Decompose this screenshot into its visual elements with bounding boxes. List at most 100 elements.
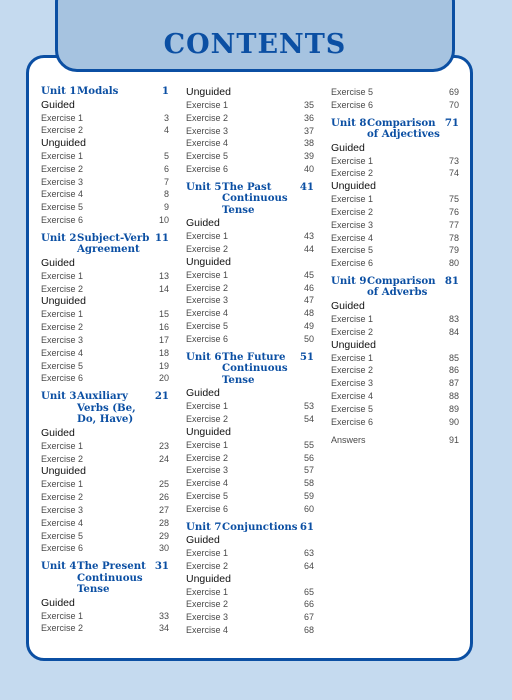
section-label: Unguided	[186, 86, 231, 98]
entry-page-number: 60	[303, 503, 314, 514]
entry-label: Exercise 2	[186, 244, 229, 255]
exercise-entry[interactable]: Exercise 4 18	[41, 347, 169, 360]
exercise-entry[interactable]: Exercise 1 53	[186, 400, 314, 413]
entry-label: Exercise 2	[186, 452, 229, 463]
exercise-entry[interactable]: Exercise 5 79	[331, 244, 459, 257]
exercise-entry[interactable]: Exercise 3 47	[186, 294, 314, 307]
exercise-entry[interactable]: Exercise 3 87	[331, 377, 459, 390]
exercise-entry[interactable]: Exercise 1 43	[186, 230, 314, 243]
entry-label: Exercise 1	[331, 155, 374, 166]
exercise-entry[interactable]: Exercise 5 69	[331, 86, 459, 99]
exercise-entry[interactable]: Exercise 4 68	[186, 624, 314, 637]
exercise-entry[interactable]: Exercise 6 20	[41, 372, 169, 385]
answers-entry[interactable]: Answers 91	[331, 434, 459, 447]
unit-heading[interactable]: Unit 9 Comparison of Adverbs 81	[331, 275, 459, 299]
exercise-entry[interactable]: Exercise 5 39	[186, 150, 314, 163]
exercise-entry[interactable]: Exercise 5 49	[186, 320, 314, 333]
unit-heading[interactable]: Unit 5 The Past Continuous Tense 41	[186, 181, 314, 217]
unit-heading[interactable]: Unit 4 The Present Continuous Tense 31	[41, 560, 169, 596]
exercise-entry[interactable]: Exercise 5 89	[331, 403, 459, 416]
exercise-entry[interactable]: Exercise 2 36	[186, 112, 314, 125]
exercise-entry[interactable]: Exercise 6 40	[186, 163, 314, 176]
exercise-entry[interactable]: Exercise 6 60	[186, 503, 314, 516]
exercise-entry[interactable]: Exercise 2 34	[41, 622, 169, 635]
exercise-entry[interactable]: Exercise 2 24	[41, 453, 169, 466]
entry-page-number: 76	[448, 206, 459, 217]
exercise-entry[interactable]: Exercise 6 80	[331, 257, 459, 270]
entry-page-number: 49	[303, 321, 314, 332]
entry-label: Exercise 6	[186, 503, 229, 514]
exercise-entry[interactable]: Exercise 6 10	[41, 214, 169, 227]
exercise-entry[interactable]: Exercise 2 86	[331, 364, 459, 377]
exercise-entry[interactable]: Exercise 3 7	[41, 176, 169, 189]
exercise-entry[interactable]: Exercise 3 77	[331, 219, 459, 232]
exercise-entry[interactable]: Exercise 1 65	[186, 586, 314, 599]
exercise-entry[interactable]: Exercise 1 35	[186, 99, 314, 112]
exercise-entry[interactable]: Exercise 5 19	[41, 360, 169, 373]
exercise-entry[interactable]: Exercise 2 84	[331, 326, 459, 339]
unit-heading[interactable]: Unit 6 The Future Continuous Tense 51	[186, 350, 314, 387]
exercise-entry[interactable]: Exercise 2 14	[41, 283, 169, 296]
exercise-entry[interactable]: Exercise 1 45	[186, 269, 314, 282]
exercise-entry[interactable]: Exercise 1 33	[41, 610, 169, 623]
exercise-entry[interactable]: Exercise 1 23	[41, 440, 169, 453]
exercise-entry[interactable]: Exercise 1 15	[41, 308, 169, 321]
exercise-entry[interactable]: Exercise 3 17	[41, 334, 169, 347]
unit-heading[interactable]: Unit 1 Modals 1	[41, 85, 169, 98]
exercise-entry[interactable]: Exercise 2 44	[186, 243, 314, 256]
exercise-entry[interactable]: Exercise 5 59	[186, 490, 314, 503]
entry-page-number: 25	[158, 479, 169, 490]
exercise-entry[interactable]: Exercise 1 63	[186, 547, 314, 560]
unit-page-number: 71	[444, 116, 459, 129]
exercise-entry[interactable]: Exercise 2 26	[41, 491, 169, 504]
exercise-entry[interactable]: Exercise 1 83	[331, 313, 459, 326]
exercise-entry[interactable]: Exercise 1 75	[331, 193, 459, 206]
exercise-entry[interactable]: Exercise 2 76	[331, 206, 459, 219]
exercise-entry[interactable]: Exercise 2 56	[186, 452, 314, 465]
section-label: Guided	[186, 217, 220, 230]
exercise-entry[interactable]: Exercise 3 67	[186, 611, 314, 624]
exercise-entry[interactable]: Exercise 2 74	[331, 167, 459, 180]
exercise-entry[interactable]: Exercise 2 64	[186, 560, 314, 573]
exercise-entry[interactable]: Exercise 2 46	[186, 282, 314, 295]
exercise-entry[interactable]: Exercise 2 16	[41, 321, 169, 334]
exercise-entry[interactable]: Exercise 3 57	[186, 464, 314, 477]
entry-label: Exercise 1	[41, 610, 84, 621]
entry-page-number: 89	[448, 403, 459, 414]
exercise-entry[interactable]: Exercise 2 54	[186, 413, 314, 426]
exercise-entry[interactable]: Exercise 4 88	[331, 390, 459, 403]
exercise-entry[interactable]: Exercise 1 85	[331, 352, 459, 365]
exercise-entry[interactable]: Exercise 6 90	[331, 416, 459, 429]
unit-title: The Future Continuous Tense	[222, 350, 288, 386]
entry-label: Exercise 1	[41, 440, 84, 451]
exercise-entry[interactable]: Exercise 5 29	[41, 530, 169, 543]
exercise-entry[interactable]: Exercise 4 8	[41, 188, 169, 201]
exercise-entry[interactable]: Exercise 4 28	[41, 517, 169, 530]
exercise-entry[interactable]: Exercise 2 6	[41, 163, 169, 176]
unit-heading[interactable]: Unit 8 Comparison of Adjectives 71	[331, 116, 459, 141]
exercise-entry[interactable]: Exercise 4 78	[331, 232, 459, 245]
unit-heading[interactable]: Unit 7 Conjunctions 61	[186, 521, 314, 534]
exercise-entry[interactable]: Exercise 3 27	[41, 504, 169, 517]
exercise-entry[interactable]: Exercise 6 30	[41, 542, 169, 555]
exercise-entry[interactable]: Exercise 1 3	[41, 112, 169, 125]
unit-heading[interactable]: Unit 2 Subject-Verb Agreement 11	[41, 232, 169, 256]
exercise-entry[interactable]: Exercise 4 38	[186, 137, 314, 150]
exercise-entry[interactable]: Exercise 2 4	[41, 124, 169, 137]
exercise-entry[interactable]: Exercise 1 25	[41, 478, 169, 491]
exercise-entry[interactable]: Exercise 3 37	[186, 125, 314, 138]
exercise-entry[interactable]: Exercise 4 58	[186, 477, 314, 490]
exercise-entry[interactable]: Exercise 5 9	[41, 201, 169, 214]
exercise-entry[interactable]: Exercise 4 48	[186, 307, 314, 320]
unit-heading[interactable]: Unit 3 Auxiliary Verbs (Be, Do, Have) 21	[41, 391, 169, 426]
exercise-entry[interactable]: Exercise 1 73	[331, 155, 459, 168]
entry-page-number: 78	[448, 232, 459, 243]
exercise-entry[interactable]: Exercise 6 70	[331, 99, 459, 112]
exercise-entry[interactable]: Exercise 1 5	[41, 150, 169, 163]
exercise-entry[interactable]: Exercise 1 55	[186, 439, 314, 452]
entry-page-number: 73	[448, 155, 459, 166]
exercise-entry[interactable]: Exercise 1 13	[41, 270, 169, 283]
entry-page-number: 47	[303, 295, 314, 306]
exercise-entry[interactable]: Exercise 2 66	[186, 598, 314, 611]
exercise-entry[interactable]: Exercise 6 50	[186, 333, 314, 346]
